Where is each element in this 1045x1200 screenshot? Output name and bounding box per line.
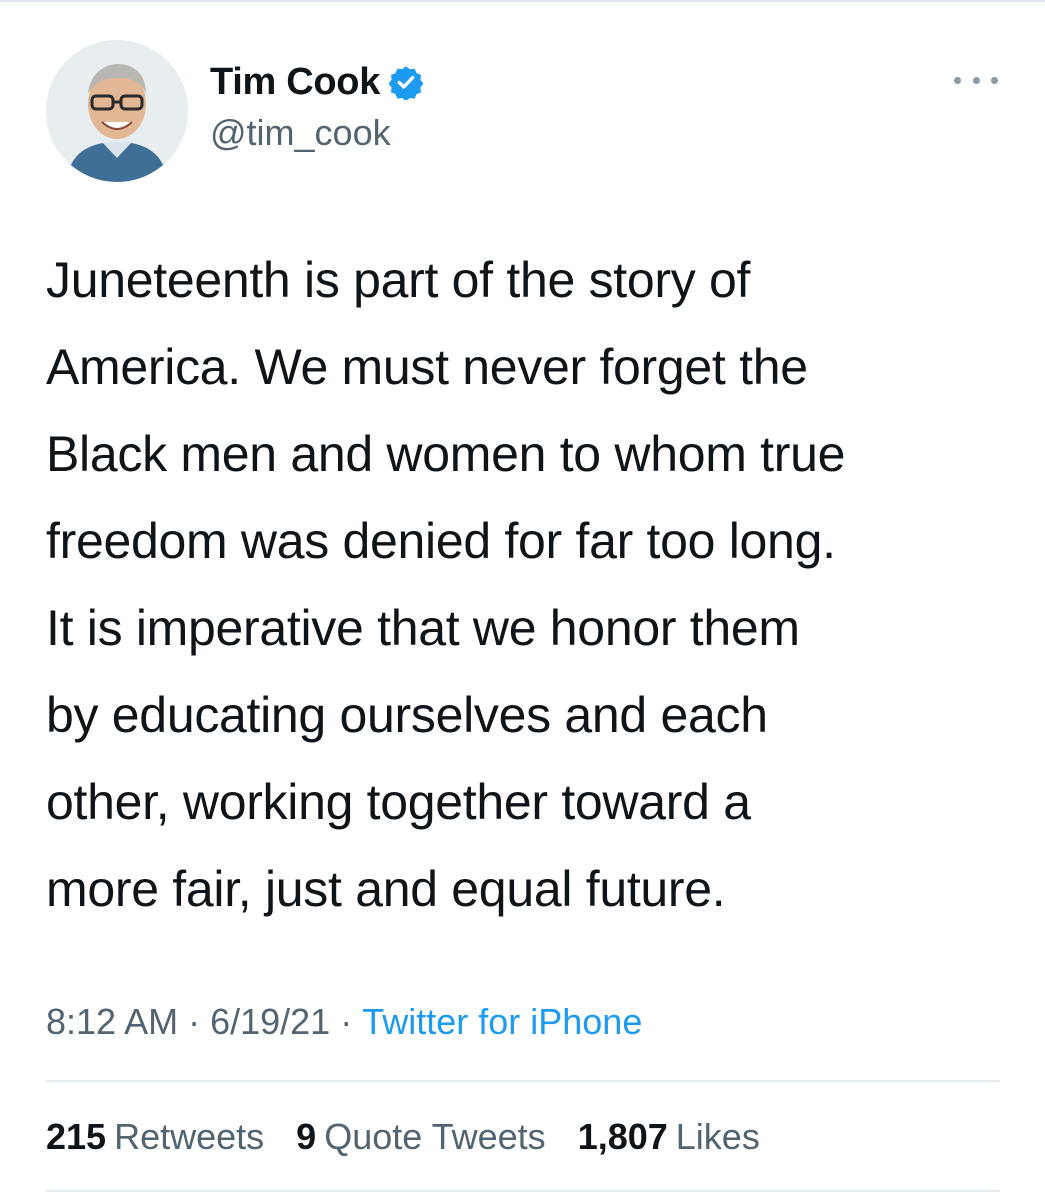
tweet-text-line: by educating ourselves and each [46, 687, 768, 743]
tweet-text-line: other, working together toward a [46, 774, 751, 830]
tweet-text-line: America. We must never forget the [46, 339, 808, 395]
tweet-text: Juneteenth is part of the story of Ameri… [46, 237, 1006, 933]
author-name-label: Tim Cook [210, 61, 381, 103]
likes-label: Likes [675, 1116, 760, 1157]
tweet-meta: 8:12 AM · 6/19/21 · Twitter for iPhone [46, 1000, 642, 1044]
tweet-time[interactable]: 8:12 AM [46, 1001, 178, 1042]
retweets-count: 215 [46, 1116, 107, 1157]
meta-separator: · [340, 1001, 353, 1042]
retweets-label: Retweets [114, 1116, 265, 1157]
likes-stat[interactable]: 1,807 Likes [578, 1115, 760, 1159]
stats-divider [46, 1190, 1000, 1192]
quote-tweets-stat[interactable]: 9 Quote Tweets [296, 1115, 546, 1159]
more-horizontal-icon-dot [954, 76, 961, 84]
quote-tweets-label: Quote Tweets [324, 1116, 546, 1157]
more-horizontal-icon-dot [991, 76, 998, 84]
tweet-text-line: freedom was denied for far too long. [46, 513, 836, 569]
verified-badge-icon [388, 64, 424, 102]
avatar[interactable] [46, 40, 188, 182]
tweet-text-line: more fair, just and equal future. [46, 861, 726, 917]
retweets-stat[interactable]: 215 Retweets [46, 1115, 264, 1159]
likes-count: 1,807 [577, 1116, 668, 1157]
engagement-stats: 215 Retweets 9 Quote Tweets 1,807 Likes [46, 1115, 782, 1159]
tweet-text-line: Black men and women to whom true [46, 426, 846, 482]
meta-divider [46, 1080, 1000, 1082]
top-divider [0, 0, 1045, 2]
more-horizontal-icon-dot [972, 76, 980, 84]
meta-separator: · [188, 1001, 201, 1042]
author-handle[interactable]: @tim_cook [210, 112, 391, 154]
tweet-text-line: Juneteenth is part of the story of [46, 252, 751, 308]
author-name[interactable]: Tim Cook [210, 60, 424, 104]
tweet-text-line: It is imperative that we honor them [46, 600, 800, 656]
profile-photo-icon [46, 40, 188, 182]
quote-tweets-count: 9 [296, 1116, 317, 1157]
more-options-button[interactable] [954, 70, 998, 90]
tweet-date[interactable]: 6/19/21 [210, 1001, 330, 1042]
tweet-source-link[interactable]: Twitter for iPhone [362, 1001, 642, 1042]
